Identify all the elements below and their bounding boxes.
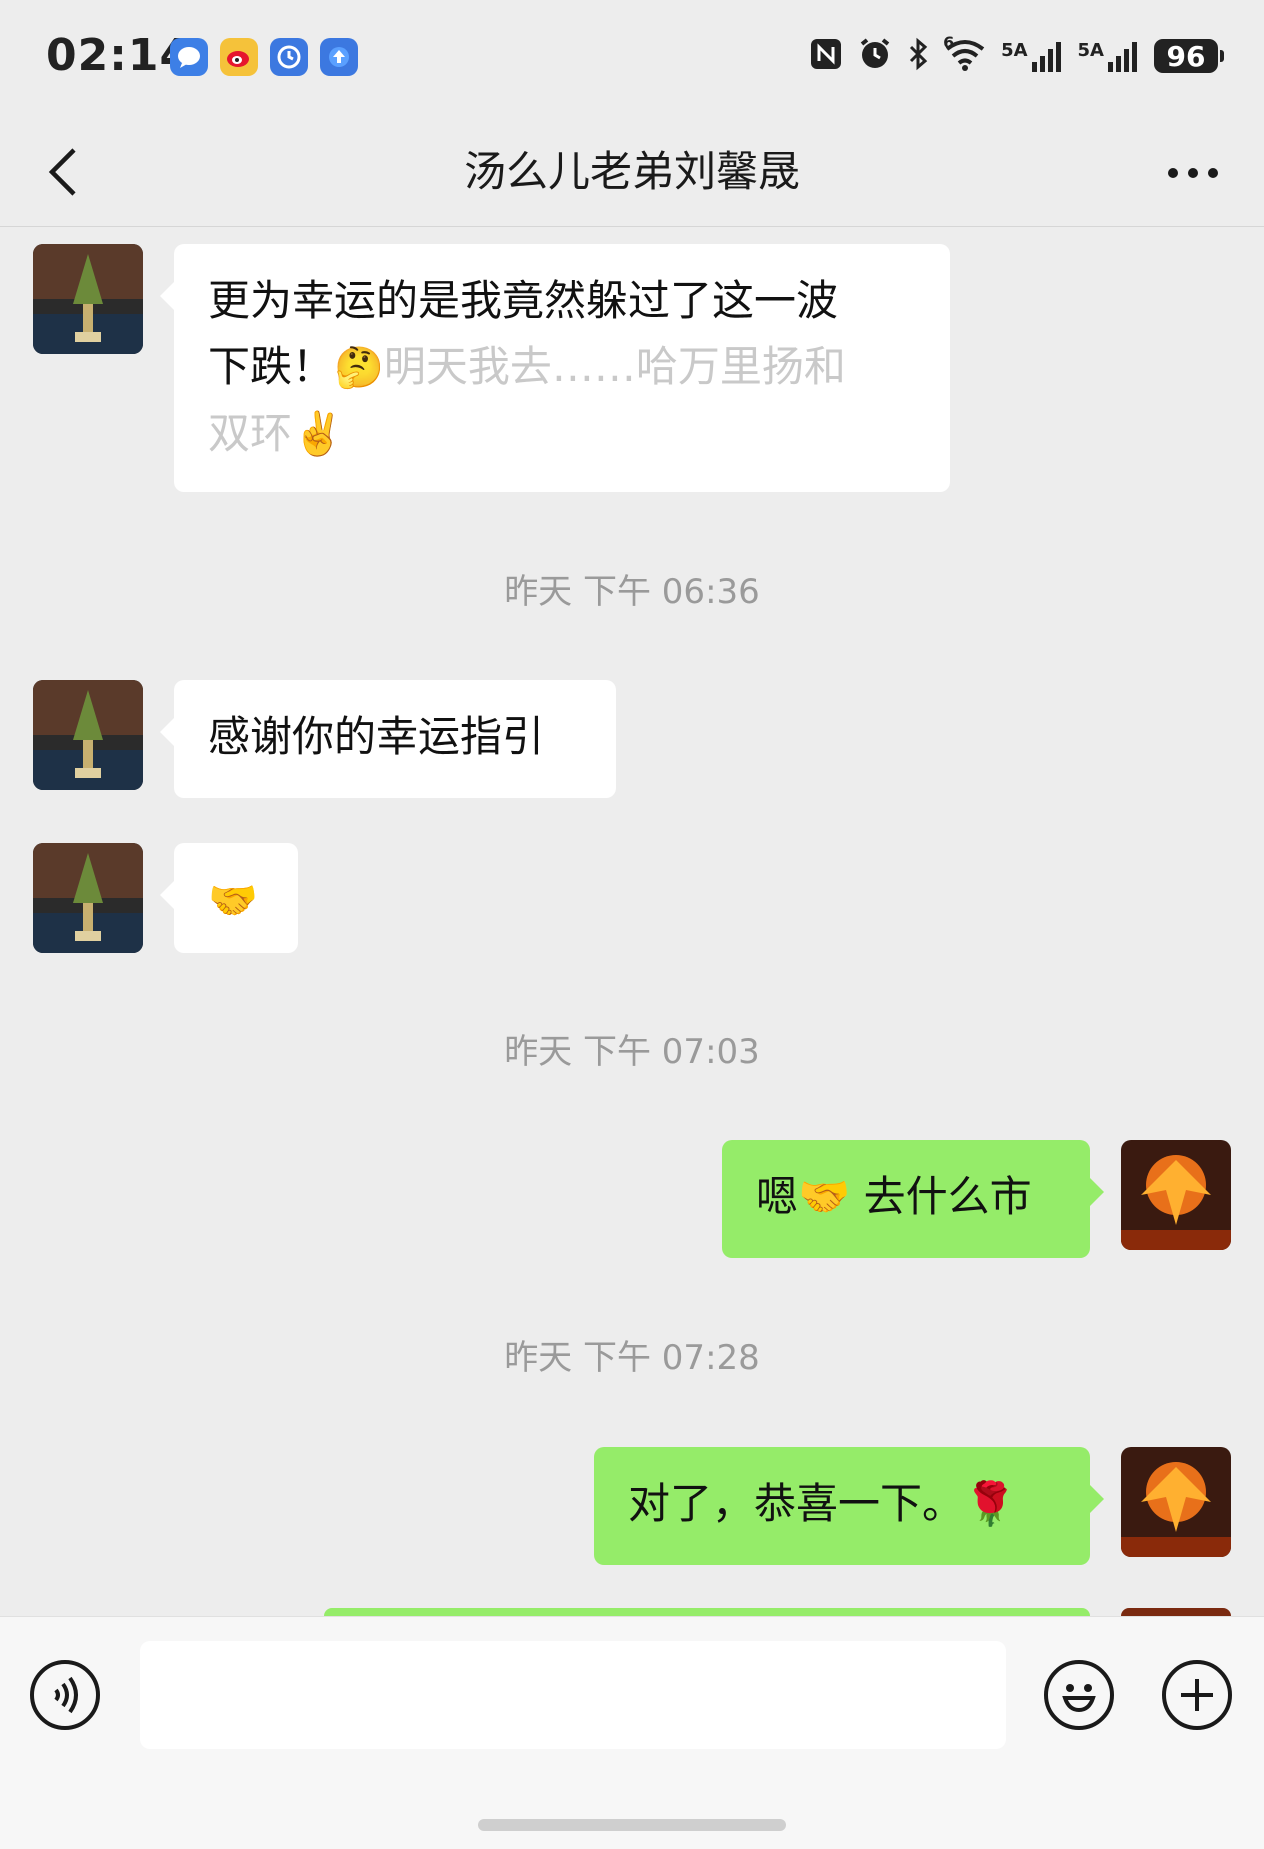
message-text-obscured: 双环✌️ <box>208 409 345 458</box>
status-indicators: 6 5A 5A 96 <box>809 33 1224 76</box>
upload-app-icon <box>320 38 358 76</box>
message-bubble-outgoing[interactable]: 嗯🤝 去什么市 <box>722 1140 1104 1258</box>
message-text-line: 更为幸运的是我竟然躲过了这一波 <box>208 276 839 325</box>
avatar-image <box>33 244 143 354</box>
my-avatar[interactable] <box>1121 1447 1231 1557</box>
message-text-line: 下跌！🤔明天我去……哈万里扬和 <box>208 334 916 401</box>
nfc-icon <box>809 37 843 75</box>
voice-icon <box>54 1676 78 1714</box>
contact-avatar[interactable] <box>33 843 143 953</box>
my-avatar-partial <box>1121 1608 1231 1616</box>
message-text-obscured: 明天我去……哈万里扬和 <box>383 342 846 391</box>
chat-input-bar <box>0 1616 1264 1849</box>
message-app-icon <box>170 38 208 76</box>
more-options-button[interactable] <box>1158 148 1228 198</box>
message-text: 感谢你的幸运指引 <box>208 712 545 761</box>
chat-title: 汤么儿老弟刘馨晟 <box>463 147 800 196</box>
home-indicator[interactable] <box>478 1819 786 1831</box>
contact-avatar[interactable] <box>33 680 143 790</box>
status-bar: 02:14 6 5A 5A 96 <box>0 0 1264 118</box>
message-text: 嗯🤝 去什么市 <box>756 1172 1032 1221</box>
message-timestamp: 昨天 下午 06:36 <box>504 572 760 612</box>
weibo-icon <box>220 38 258 76</box>
message-input[interactable] <box>140 1641 1006 1749</box>
message-bubble-incoming[interactable]: 🤝 <box>160 843 298 953</box>
message-timestamp: 昨天 下午 07:28 <box>504 1338 760 1378</box>
battery-icon: 96 <box>1154 39 1224 73</box>
more-icon <box>1168 168 1218 178</box>
message-text: 下跌！ <box>208 342 335 391</box>
phoenix-avatar-image <box>1121 1140 1231 1250</box>
wifi-icon: 6 <box>943 33 987 75</box>
alarm-icon <box>857 36 893 76</box>
message-timestamp: 昨天 下午 07:03 <box>504 1032 760 1072</box>
thinking-emoji: 🤔 <box>334 345 384 391</box>
phoenix-avatar-image <box>1121 1447 1231 1557</box>
message-bubble-outgoing[interactable]: 对了，恭喜一下。🌹 <box>594 1447 1104 1565</box>
message-bubble-outgoing-partial <box>324 1608 1090 1616</box>
smiley-icon <box>1062 1684 1096 1713</box>
bluetooth-icon <box>907 37 929 75</box>
signal-icon: 5A <box>1001 40 1063 72</box>
contact-avatar[interactable] <box>33 244 143 354</box>
my-avatar[interactable] <box>1121 1140 1231 1250</box>
message-text: 对了，恭喜一下。🌹 <box>628 1479 1017 1528</box>
message-bubble-incoming[interactable]: 更为幸运的是我竟然躲过了这一波 下跌！🤔明天我去……哈万里扬和 双环✌️ <box>160 244 950 492</box>
voice-input-button[interactable] <box>30 1660 100 1730</box>
signal-icon: 5A <box>1078 40 1140 72</box>
clock-app-icon <box>270 38 308 76</box>
notification-icons <box>170 38 358 76</box>
more-functions-button[interactable] <box>1162 1660 1232 1730</box>
avatar-image <box>33 843 143 953</box>
emoji-button[interactable] <box>1044 1660 1114 1730</box>
plus-icon <box>1181 1679 1213 1711</box>
avatar-image <box>33 680 143 790</box>
handshake-emoji: 🤝 <box>208 878 258 924</box>
chat-header: 汤么儿老弟刘馨晟 <box>0 118 1264 227</box>
message-bubble-incoming[interactable]: 感谢你的幸运指引 <box>160 680 616 798</box>
